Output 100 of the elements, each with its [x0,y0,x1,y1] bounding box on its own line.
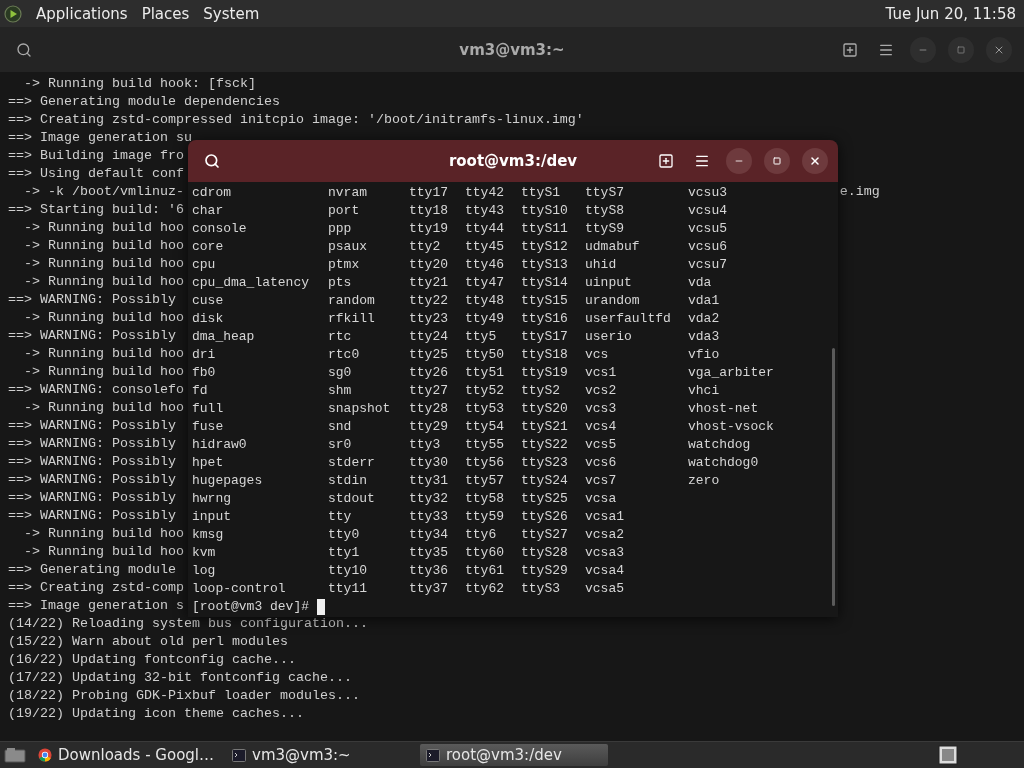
file-name: ttyS22 [521,436,569,454]
file-name: zero [688,472,721,490]
panel-menu[interactable]: Applications [36,4,128,23]
file-name: hwrng [192,490,232,508]
terminal-line: -> Running build hoo [23,525,184,543]
browser-icon [38,747,52,763]
maximize-icon[interactable] [764,148,790,174]
file-name: tty48 [465,292,505,310]
terminal-line: ==> Generating module dependencies [8,93,280,111]
file-name: ttyS24 [521,472,569,490]
file-name: core [192,238,225,256]
file-name: userio [585,328,633,346]
terminal-line: -> Running build hoo [23,255,184,273]
file-name: vga_arbiter [688,364,774,382]
file-name: tty18 [409,202,449,220]
file-name: rtc [328,328,353,346]
file-name: stdin [328,472,368,490]
terminal-line: -> Running build hoo [23,543,184,561]
file-name: tty59 [465,508,505,526]
terminal-line: -> Running build hoo [23,237,184,255]
taskbar-item[interactable]: vm3@vm3:~ [226,744,414,766]
terminal-line: (18/22) Probing GDK-Pixbuf loader modules... [8,687,360,705]
terminal-line: -> Running build hoo [23,309,184,327]
file-name: tty35 [409,544,449,562]
file-name: vcs6 [585,454,618,472]
file-name: dri [192,346,217,364]
file-name: sg0 [328,364,353,382]
terminal-line: -> Running build hoo [23,219,184,237]
file-name: ttyS19 [521,364,569,382]
file-name: ttyS11 [521,220,569,238]
file-name: tty34 [409,526,449,544]
file-name: tty31 [409,472,449,490]
logo-icon[interactable] [4,4,22,23]
file-name: hugepages [192,472,264,490]
file-name: vcsa5 [585,580,625,598]
file-name: tty44 [465,220,505,238]
file-name: watchdog [688,436,752,454]
file-name: urandom [585,292,641,310]
scrollbar[interactable] [832,348,835,606]
file-name: tty17 [409,184,449,202]
file-name: vcs5 [585,436,618,454]
file-name: vda [688,274,713,292]
shell-prompt: [root@vm3 dev]# [192,598,310,616]
file-name: tty43 [465,202,505,220]
file-name: rtc0 [328,346,361,364]
terminal-line: (14/22) Reloading system bus configuration... [8,615,368,633]
file-name: ttyS26 [521,508,569,526]
terminal-line: ==> WARNING: consolefo [8,381,184,399]
window-title: vm3@vm3:~ [459,40,565,59]
file-name: tty5 [465,328,498,346]
file-name: tty23 [409,310,449,328]
file-name: tty32 [409,490,449,508]
file-name: cpu [192,256,217,274]
file-name: stdout [328,490,376,508]
file-name: userfaultfd [585,310,672,328]
terminal-line: (19/22) Updating icon theme caches... [8,705,304,723]
close-icon[interactable] [802,148,828,174]
file-name: hidraw0 [192,436,248,454]
text-cursor [317,599,326,615]
file-name: vcsu6 [688,238,728,256]
desktop-icon[interactable] [4,747,26,763]
file-name: tty6 [465,526,498,544]
file-name: vcs3 [585,400,618,418]
file-name: vcsu3 [688,184,728,202]
terminal-icon [426,748,440,762]
file-name: tty52 [465,382,505,400]
file-name: vcsa3 [585,544,625,562]
file-name: uinput [585,274,633,292]
file-name: input [192,508,232,526]
file-name: uhid [585,256,618,274]
file-name: random [328,292,376,310]
file-name: vcs7 [585,472,618,490]
show-desktop-icon[interactable] [938,745,958,765]
file-name: ttyS12 [521,238,569,256]
file-name: psaux [328,238,368,256]
file-name: ttyS27 [521,526,569,544]
file-name: vfio [688,346,721,364]
file-name: ppp [328,220,353,238]
file-name: tty37 [409,580,449,598]
file-name: tty57 [465,472,505,490]
taskbar-item[interactable]: Downloads - Googl… [32,744,220,766]
terminal-line: -> Running build hook: [fsck] [23,75,256,93]
file-name: vhost-vsock [688,418,774,436]
taskbar-item[interactable]: root@vm3:/dev [420,744,608,766]
file-name: tty54 [465,418,505,436]
file-name: tty53 [465,400,505,418]
file-name: tty21 [409,274,449,292]
file-name: vcsa2 [585,526,625,544]
file-name: vcsa4 [585,562,625,580]
file-name: tty [328,508,353,526]
file-name: ttyS13 [521,256,569,274]
file-name: tty2 [409,238,442,256]
file-name: tty60 [465,544,505,562]
panel-menu[interactable]: Places [141,4,190,23]
terminal-line: (15/22) Warn about old perl modules [8,633,288,651]
panel-menu[interactable]: System [203,4,260,23]
file-name: kvm [192,544,217,562]
file-name: ttyS18 [521,346,569,364]
file-name: cuse [192,292,225,310]
file-name: disk [192,310,225,328]
